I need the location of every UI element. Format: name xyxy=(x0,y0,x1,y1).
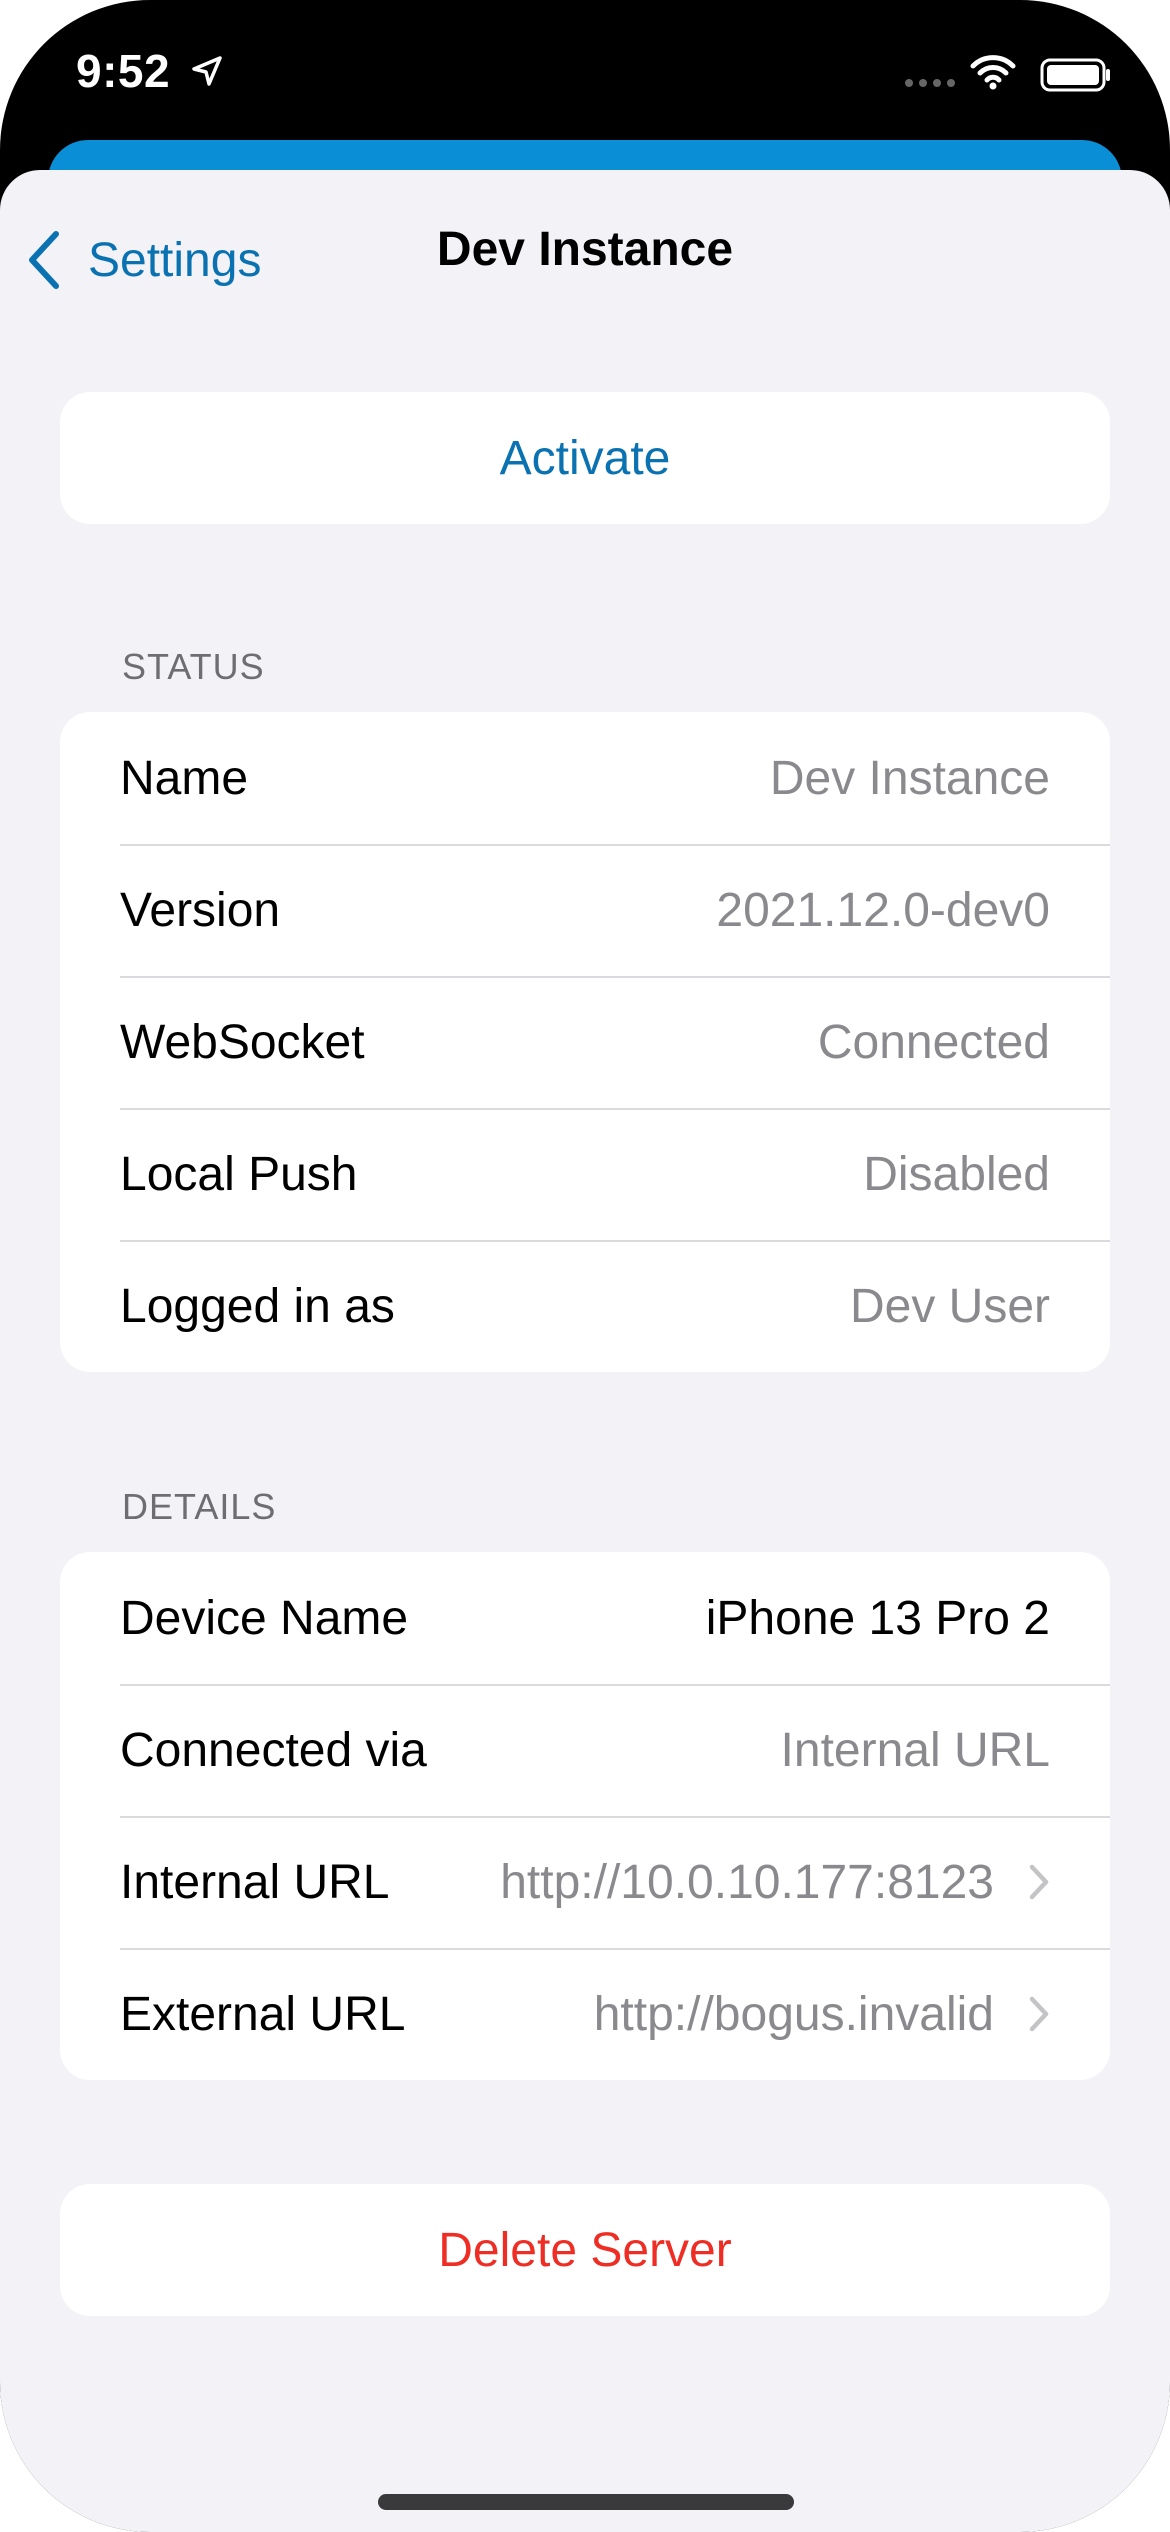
status-row-local-push: Local Push Disabled xyxy=(60,1108,1110,1240)
status-section-header: STATUS xyxy=(122,646,265,687)
battery-icon xyxy=(1040,58,1110,92)
row-value: http://10.0.10.177:8123 xyxy=(500,1855,994,1909)
row-value: Internal URL xyxy=(780,1723,1050,1777)
cellular-dots-icon xyxy=(905,79,955,87)
home-indicator[interactable] xyxy=(378,2494,794,2510)
row-value: http://bogus.invalid xyxy=(593,1987,994,2041)
row-label: Local Push xyxy=(120,1147,358,1201)
row-value: iPhone 13 Pro 2 xyxy=(705,1591,1050,1645)
location-arrow-icon xyxy=(192,56,222,86)
wifi-icon xyxy=(970,55,1016,90)
row-label: Logged in as xyxy=(120,1279,395,1333)
row-value: Connected xyxy=(817,1015,1050,1069)
status-row-websocket: WebSocket Connected xyxy=(60,976,1110,1108)
delete-server-button[interactable]: Delete Server xyxy=(60,2184,1110,2316)
row-value: Disabled xyxy=(863,1147,1050,1201)
row-label: Internal URL xyxy=(120,1855,390,1909)
server-detail-sheet: Settings Dev Instance Activate STATUS Na… xyxy=(0,170,1170,2532)
status-row-logged-in-as: Logged in as Dev User xyxy=(60,1240,1110,1372)
notch xyxy=(344,0,826,104)
row-value: Dev User xyxy=(849,1279,1050,1333)
activate-button[interactable]: Activate xyxy=(60,392,1110,524)
row-value: Dev Instance xyxy=(769,751,1050,805)
row-label: Version xyxy=(120,883,281,937)
details-row-external-url[interactable]: External URL http://bogus.invalid xyxy=(60,1948,1110,2080)
row-label: Connected via xyxy=(120,1723,427,1777)
status-row-version: Version 2021.12.0-dev0 xyxy=(60,844,1110,976)
status-card: Name Dev Instance Version 2021.12.0-dev0… xyxy=(60,712,1110,1372)
details-row-connected-via: Connected via Internal URL xyxy=(60,1684,1110,1816)
row-label: Name xyxy=(120,751,249,805)
status-row-name: Name Dev Instance xyxy=(60,712,1110,844)
details-row-device-name: Device Name iPhone 13 Pro 2 xyxy=(60,1552,1110,1684)
row-label: External URL xyxy=(120,1987,406,2041)
row-value: 2021.12.0-dev0 xyxy=(716,883,1050,937)
status-time: 9:52 xyxy=(76,45,171,97)
page-title: Dev Instance xyxy=(436,223,734,276)
delete-server-label: Delete Server xyxy=(438,2223,732,2277)
details-section-header: DETAILS xyxy=(122,1486,277,1527)
row-label: Device Name xyxy=(120,1591,409,1645)
row-label: WebSocket xyxy=(120,1015,365,1069)
details-row-internal-url[interactable]: Internal URL http://10.0.10.177:8123 xyxy=(60,1816,1110,1948)
navigation-bar: Settings Dev Instance xyxy=(0,170,1170,340)
chevron-right-icon xyxy=(1029,1996,1049,2032)
status-bar: 9:52 xyxy=(0,0,1170,160)
activate-label: Activate xyxy=(499,431,671,485)
details-card: Device Name iPhone 13 Pro 2 Connected vi… xyxy=(60,1552,1110,2080)
device-frame: 9:52 Settings Dev Instance Activate STAT… xyxy=(0,0,1170,2532)
chevron-right-icon xyxy=(1029,1864,1049,1900)
